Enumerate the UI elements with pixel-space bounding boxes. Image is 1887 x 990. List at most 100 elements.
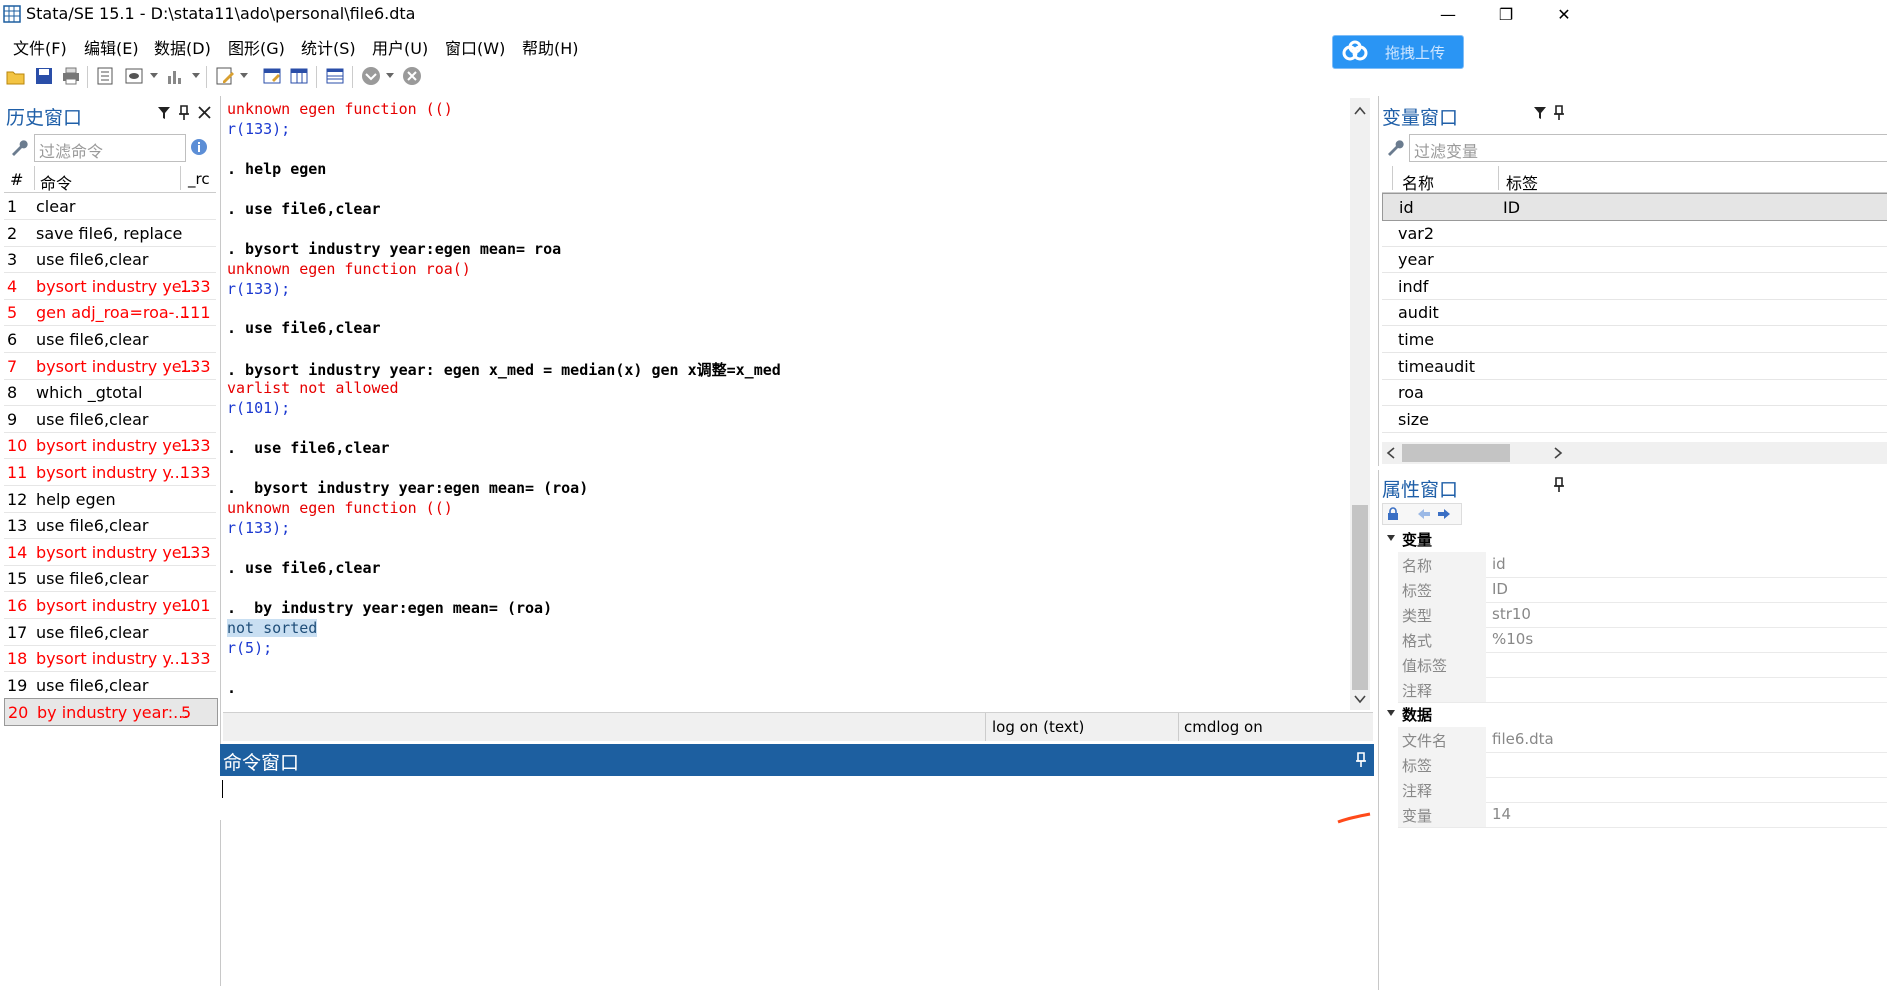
graph-icon[interactable]	[165, 66, 185, 86]
history-row[interactable]: 17 use file6,clear	[4, 619, 216, 646]
property-row[interactable]: 文件名 file6.dta	[1398, 727, 1887, 753]
history-row-number: 2	[7, 223, 18, 243]
variable-row[interactable]: indf	[1382, 273, 1887, 300]
filter-icon[interactable]	[1533, 106, 1547, 120]
do-file-dropdown-icon[interactable]	[240, 73, 248, 79]
variables-manager-icon[interactable]	[325, 66, 345, 86]
property-row[interactable]: 类型 str10	[1398, 602, 1887, 628]
history-row[interactable]: 20 by industry year:... 5	[4, 698, 218, 727]
menu-statistics[interactable]: 统计(S)	[301, 35, 356, 59]
variables-filter-input[interactable]: 过滤变量	[1409, 134, 1887, 162]
variable-row[interactable]: audit	[1382, 299, 1887, 327]
open-icon[interactable]	[6, 66, 26, 86]
close-button[interactable]: ✕	[1544, 2, 1584, 28]
property-row[interactable]: 标签	[1398, 752, 1887, 778]
pin-icon[interactable]	[1552, 477, 1566, 493]
history-row[interactable]: 8 which _gtotal	[4, 379, 216, 407]
history-row[interactable]: 9 use file6,clear	[4, 406, 216, 433]
property-row[interactable]: 标签 ID	[1398, 577, 1887, 603]
menu-file[interactable]: 文件(F)	[13, 35, 67, 59]
history-row[interactable]: 14 bysort industry ye... 133	[4, 539, 216, 566]
info-icon[interactable]	[190, 138, 208, 156]
graph-dropdown-icon[interactable]	[192, 73, 200, 79]
history-row[interactable]: 3 use file6,clear	[4, 246, 216, 274]
more-icon[interactable]	[361, 66, 381, 86]
history-row[interactable]: 7 bysort industry ye... 133	[4, 353, 216, 380]
maximize-button[interactable]: ❐	[1486, 2, 1526, 28]
history-row[interactable]: 13 use file6,clear	[4, 512, 216, 540]
forward-arrow-icon[interactable]	[1437, 508, 1451, 520]
scroll-left-icon[interactable]	[1386, 447, 1396, 459]
properties-section-variable[interactable]: 变量	[1382, 527, 1887, 552]
scroll-up-icon[interactable]	[1354, 106, 1366, 116]
menu-help[interactable]: 帮助(H)	[522, 35, 579, 59]
pin-icon[interactable]	[1552, 105, 1566, 121]
menu-graphics[interactable]: 图形(G)	[228, 35, 285, 59]
property-row[interactable]: 注释	[1398, 777, 1887, 803]
history-row[interactable]: 15 use file6,clear	[4, 565, 216, 593]
variables-col-label[interactable]: 标签	[1506, 170, 1538, 194]
history-row[interactable]: 11 bysort industry y... 133	[4, 459, 216, 486]
history-filter-input[interactable]: 过滤命令	[34, 134, 186, 162]
history-row[interactable]: 19 use file6,clear	[4, 672, 216, 699]
variable-row[interactable]: time	[1382, 326, 1887, 353]
history-col-command[interactable]: 命令	[40, 170, 72, 194]
property-row[interactable]: 变量 14	[1398, 802, 1887, 828]
break-icon[interactable]	[402, 66, 422, 86]
history-row[interactable]: 12 help egen	[4, 486, 216, 513]
property-key: 名称	[1402, 557, 1433, 575]
pin-icon[interactable]	[1354, 752, 1368, 768]
history-row[interactable]: 5 gen adj_roa=roa-... 111	[4, 299, 216, 327]
variable-name: timeaudit	[1398, 356, 1475, 376]
scroll-down-icon[interactable]	[1354, 694, 1366, 704]
menu-user[interactable]: 用户(U)	[372, 35, 428, 59]
variable-row[interactable]: id ID	[1382, 193, 1887, 221]
variables-hscrollbar[interactable]	[1382, 442, 1887, 464]
log-icon[interactable]	[95, 66, 115, 86]
variable-row[interactable]: timeaudit	[1382, 353, 1887, 380]
lock-icon[interactable]	[1387, 507, 1399, 521]
collapse-icon[interactable]	[1386, 534, 1396, 542]
more-dropdown-icon[interactable]	[386, 73, 394, 79]
menu-edit[interactable]: 编辑(E)	[84, 35, 139, 59]
results-scroll-thumb[interactable]	[1352, 505, 1368, 690]
do-file-editor-icon[interactable]	[215, 66, 235, 86]
close-panel-icon[interactable]	[198, 106, 211, 119]
command-input[interactable]	[220, 776, 1374, 820]
save-icon[interactable]	[34, 66, 54, 86]
collapse-icon[interactable]	[1386, 709, 1396, 717]
data-browser-icon[interactable]	[289, 66, 309, 86]
variable-row[interactable]: roa	[1382, 379, 1887, 407]
filter-icon[interactable]	[157, 106, 171, 120]
history-row[interactable]: 10 bysort industry ye... 133	[4, 432, 216, 460]
property-row[interactable]: 值标签	[1398, 652, 1887, 678]
property-row[interactable]: 注释	[1398, 677, 1887, 703]
history-row[interactable]: 4 bysort industry ye... 133	[4, 273, 216, 300]
variable-row[interactable]: year	[1382, 246, 1887, 274]
print-icon[interactable]	[61, 66, 81, 86]
history-row[interactable]: 2 save file6, replace	[4, 220, 216, 247]
menu-window[interactable]: 窗口(W)	[445, 35, 505, 59]
status-log: log on (text)	[992, 718, 1085, 736]
history-row[interactable]: 16 bysort industry ye... 101	[4, 592, 216, 619]
history-col-rc[interactable]: _rc	[188, 170, 210, 188]
data-editor-icon[interactable]	[262, 66, 282, 86]
menu-data[interactable]: 数据(D)	[154, 35, 211, 59]
history-row[interactable]: 6 use file6,clear	[4, 326, 216, 353]
history-row[interactable]: 18 bysort industry y... 133	[4, 645, 216, 673]
history-row[interactable]: 1 clear	[4, 193, 216, 220]
hscroll-thumb[interactable]	[1402, 444, 1510, 462]
property-row[interactable]: 名称 id	[1398, 552, 1887, 578]
variable-row[interactable]: size	[1382, 406, 1887, 433]
variables-col-name[interactable]: 名称	[1402, 170, 1434, 194]
error-line: varlist not allowed	[227, 379, 399, 398]
variable-row[interactable]: var2	[1382, 220, 1887, 247]
back-arrow-icon[interactable]	[1417, 508, 1431, 520]
properties-section-data[interactable]: 数据	[1382, 702, 1887, 727]
scroll-right-icon[interactable]	[1553, 447, 1563, 459]
minimize-button[interactable]: —	[1428, 2, 1468, 28]
property-row[interactable]: 格式 %10s	[1398, 627, 1887, 653]
viewer-dropdown-icon[interactable]	[150, 73, 158, 79]
viewer-icon[interactable]	[124, 66, 144, 86]
pin-icon[interactable]	[177, 105, 191, 121]
